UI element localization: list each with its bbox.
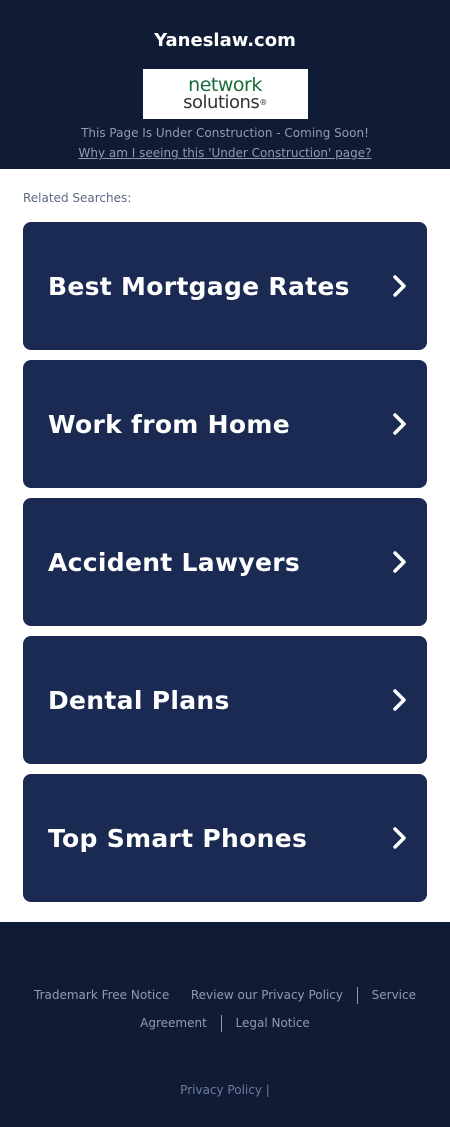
chevron-right-icon xyxy=(393,551,407,573)
footer-links: Trademark Free Notice Review our Privacy… xyxy=(0,981,450,1037)
related-searches-label: Related Searches: xyxy=(23,191,132,205)
network-solutions-logo[interactable]: network solutions® xyxy=(142,69,308,119)
footer-divider xyxy=(220,1015,222,1032)
result-card-accident-lawyers[interactable]: Accident Lawyers xyxy=(23,498,427,626)
logo-registered-mark: ® xyxy=(259,98,267,107)
logo-line-2: solutions® xyxy=(183,92,267,113)
footer-divider xyxy=(356,987,358,1004)
logo-line-2-text: solutions xyxy=(183,92,260,113)
footer-bottom: Privacy Policy | xyxy=(0,1083,450,1097)
page-footer: Trademark Free Notice Review our Privacy… xyxy=(0,922,450,1127)
chevron-right-icon xyxy=(393,689,407,711)
footer-pipe: | xyxy=(265,1083,270,1097)
privacy-policy-review-link[interactable]: Review our Privacy Policy xyxy=(191,988,343,1002)
page-header: Yaneslaw.com network solutions® This Pag… xyxy=(0,0,450,169)
related-searches-section: Related Searches: Best Mortgage Rates Wo… xyxy=(0,169,450,922)
chevron-right-icon xyxy=(393,413,407,435)
chevron-right-icon xyxy=(393,827,407,849)
trademark-notice-link[interactable]: Trademark Free Notice xyxy=(34,988,169,1002)
result-card-top-smart-phones[interactable]: Top Smart Phones xyxy=(23,774,427,902)
result-label: Work from Home xyxy=(48,409,290,439)
site-title: Yaneslaw.com xyxy=(154,30,296,51)
result-label: Accident Lawyers xyxy=(48,547,301,577)
result-card-best-mortgage-rates[interactable]: Best Mortgage Rates xyxy=(23,222,427,350)
result-label: Top Smart Phones xyxy=(48,823,308,853)
result-card-dental-plans[interactable]: Dental Plans xyxy=(23,636,427,764)
legal-notice-link[interactable]: Legal Notice xyxy=(235,1016,309,1030)
result-label: Dental Plans xyxy=(48,685,230,715)
privacy-policy-link[interactable]: Privacy Policy xyxy=(180,1083,262,1097)
construction-notice: This Page Is Under Construction - Coming… xyxy=(81,126,369,140)
why-construction-link[interactable]: Why am I seeing this 'Under Construction… xyxy=(79,144,372,162)
result-card-work-from-home[interactable]: Work from Home xyxy=(23,360,427,488)
result-label: Best Mortgage Rates xyxy=(48,271,350,301)
chevron-right-icon xyxy=(393,275,407,297)
